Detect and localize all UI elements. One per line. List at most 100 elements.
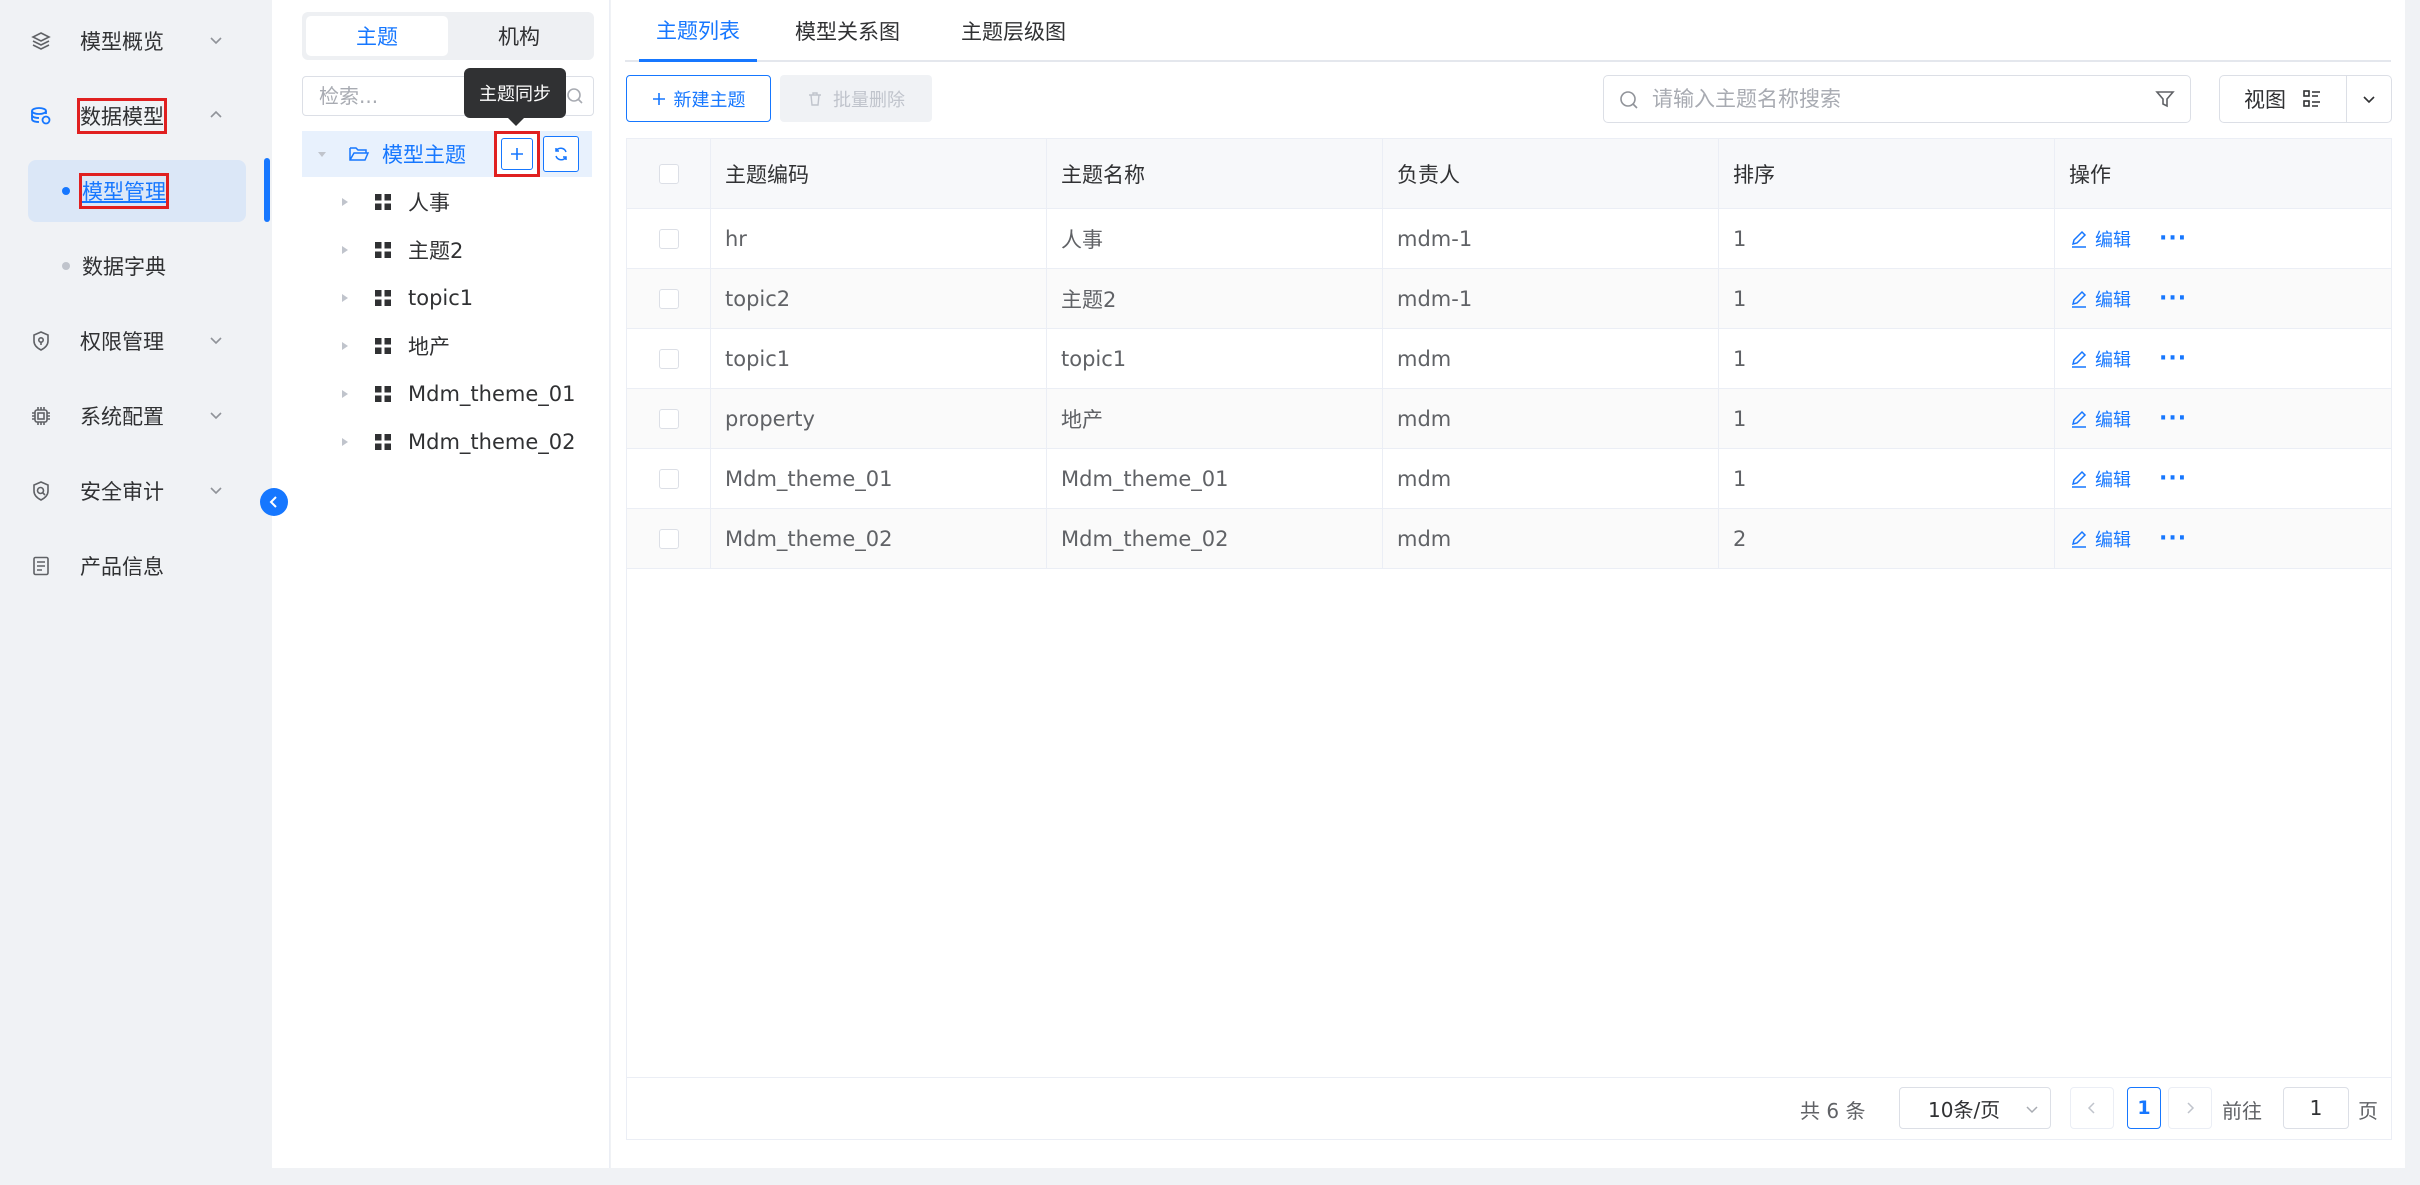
tab-model-relation[interactable]: 模型关系图: [795, 0, 900, 62]
page-number-current[interactable]: 1: [2127, 1087, 2161, 1129]
caret-right-icon: [342, 294, 348, 302]
edit-label: 编辑: [2095, 529, 2131, 551]
next-page-button[interactable]: [2168, 1087, 2212, 1129]
tab-topic-hierarchy[interactable]: 主题层级图: [961, 0, 1066, 62]
edit-button[interactable]: 编辑: [2069, 406, 2131, 432]
more-button[interactable]: ···: [2159, 406, 2187, 431]
cell-owner: mdm: [1383, 389, 1719, 448]
edit-button[interactable]: 编辑: [2069, 226, 2131, 252]
refresh-icon: [555, 147, 567, 161]
header-name: 主题名称: [1047, 139, 1383, 208]
page-size-value: 10条/页: [1928, 1097, 2001, 1122]
cell-code: property: [711, 389, 1047, 448]
grid-icon: [375, 194, 391, 210]
cell-owner: mdm: [1383, 509, 1719, 568]
tree-node[interactable]: 主题2: [340, 230, 600, 270]
new-topic-button[interactable]: 新建主题: [626, 75, 771, 122]
view-button[interactable]: 视图: [2219, 75, 2347, 123]
segment-topic[interactable]: 主题: [306, 16, 448, 56]
tree-node[interactable]: 人事: [340, 182, 600, 222]
edit-button[interactable]: 编辑: [2069, 286, 2131, 312]
tree-root-label: 模型主题: [382, 143, 466, 167]
page-suffix-label: 页: [2358, 1099, 2378, 1123]
cell-actions: 编辑 ···: [2055, 269, 2391, 328]
row-checkbox-cell: [627, 509, 711, 568]
cell-order: 1: [1719, 449, 2055, 508]
header-owner: 负责人: [1383, 139, 1719, 208]
tree-node[interactable]: topic1: [340, 278, 600, 318]
tree-node-label: Mdm_theme_01: [408, 382, 576, 406]
more-button[interactable]: ···: [2159, 526, 2187, 551]
more-button[interactable]: ···: [2159, 286, 2187, 311]
select-all-checkbox[interactable]: [658, 163, 679, 184]
more-button[interactable]: ···: [2159, 346, 2187, 371]
prev-page-button[interactable]: [2070, 1087, 2114, 1129]
row-checkbox[interactable]: [658, 348, 679, 369]
edit-label: 编辑: [2095, 349, 2131, 371]
row-checkbox[interactable]: [658, 228, 679, 249]
more-button[interactable]: ···: [2159, 466, 2187, 491]
search-icon: [567, 88, 583, 104]
menu-item-permissions[interactable]: 权限管理: [28, 316, 238, 366]
tree-node[interactable]: 地产: [340, 326, 600, 366]
cell-name: 人事: [1047, 209, 1383, 268]
row-checkbox[interactable]: [658, 408, 679, 429]
menu-item-product-info[interactable]: 产品信息: [28, 541, 238, 591]
tree-node[interactable]: Mdm_theme_02: [340, 422, 600, 462]
cell-owner: mdm: [1383, 449, 1719, 508]
database-icon: [28, 103, 54, 129]
tab-bar: 主题列表 模型关系图 主题层级图: [625, 0, 2391, 62]
caret-right-icon: [342, 198, 348, 206]
audit-shield-icon: [28, 478, 54, 504]
tree-node-label: 主题2: [408, 239, 464, 263]
grid-icon: [375, 386, 391, 402]
filter-icon[interactable]: [2154, 88, 2176, 110]
cell-order: 1: [1719, 389, 2055, 448]
cell-name: topic1: [1047, 329, 1383, 388]
batch-delete-button[interactable]: 批量删除: [780, 75, 932, 122]
edit-button[interactable]: 编辑: [2069, 346, 2131, 372]
row-checkbox[interactable]: [658, 468, 679, 489]
view-dropdown-button[interactable]: [2346, 75, 2392, 123]
menu-item-model-overview[interactable]: 模型概览: [28, 16, 238, 66]
menu-item-security-audit[interactable]: 安全审计: [28, 466, 238, 516]
topic-search-input[interactable]: [1652, 87, 2132, 111]
sidebar: 模型概览 数据模型 模型管理 数据字典 权限管理 系统配置 安全审计 产品信息: [0, 0, 272, 1185]
grid-icon: [375, 434, 391, 450]
chevron-left-icon: [269, 496, 277, 508]
edit-button[interactable]: 编辑: [2069, 526, 2131, 552]
sub-item-model-management[interactable]: 模型管理: [28, 160, 246, 222]
cell-owner: mdm: [1383, 329, 1719, 388]
tree-node[interactable]: Mdm_theme_01: [340, 374, 600, 414]
row-checkbox[interactable]: [658, 528, 679, 549]
row-checkbox-cell: [627, 209, 711, 268]
tab-topic-list[interactable]: 主题列表: [639, 0, 757, 62]
caret-right-icon: [342, 390, 348, 398]
tree-sync-button[interactable]: [543, 136, 579, 172]
row-checkbox-cell: [627, 329, 711, 388]
menu-item-system-config[interactable]: 系统配置: [28, 391, 238, 441]
batch-delete-label: 批量删除: [833, 89, 905, 111]
cell-actions: 编辑 ···: [2055, 509, 2391, 568]
tree-node-label: 人事: [408, 191, 450, 215]
segment-switch: 主题 机构: [302, 12, 594, 60]
edit-button[interactable]: 编辑: [2069, 466, 2131, 492]
menu-label: 安全审计: [80, 480, 164, 504]
pagination: 共 6 条 10条/页 1 前往 页: [627, 1077, 2391, 1139]
menu-item-data-model[interactable]: 数据模型: [28, 91, 238, 141]
goto-page-input[interactable]: [2283, 1087, 2349, 1129]
sidebar-collapse-button[interactable]: [260, 488, 288, 516]
cell-order: 2: [1719, 509, 2055, 568]
segment-organization[interactable]: 机构: [448, 16, 590, 56]
chip-icon: [28, 403, 54, 429]
edit-icon: [2071, 350, 2087, 368]
table-header: 主题编码 主题名称 负责人 排序 操作: [627, 139, 2391, 209]
grid-icon: [375, 290, 391, 306]
cell-actions: 编辑 ···: [2055, 449, 2391, 508]
tree-add-topic-button[interactable]: [494, 131, 540, 177]
sub-item-data-dictionary[interactable]: 数据字典: [28, 235, 246, 297]
page-size-select[interactable]: 10条/页: [1899, 1087, 2051, 1129]
more-button[interactable]: ···: [2159, 226, 2187, 251]
edit-icon: [2071, 470, 2087, 488]
row-checkbox[interactable]: [658, 288, 679, 309]
